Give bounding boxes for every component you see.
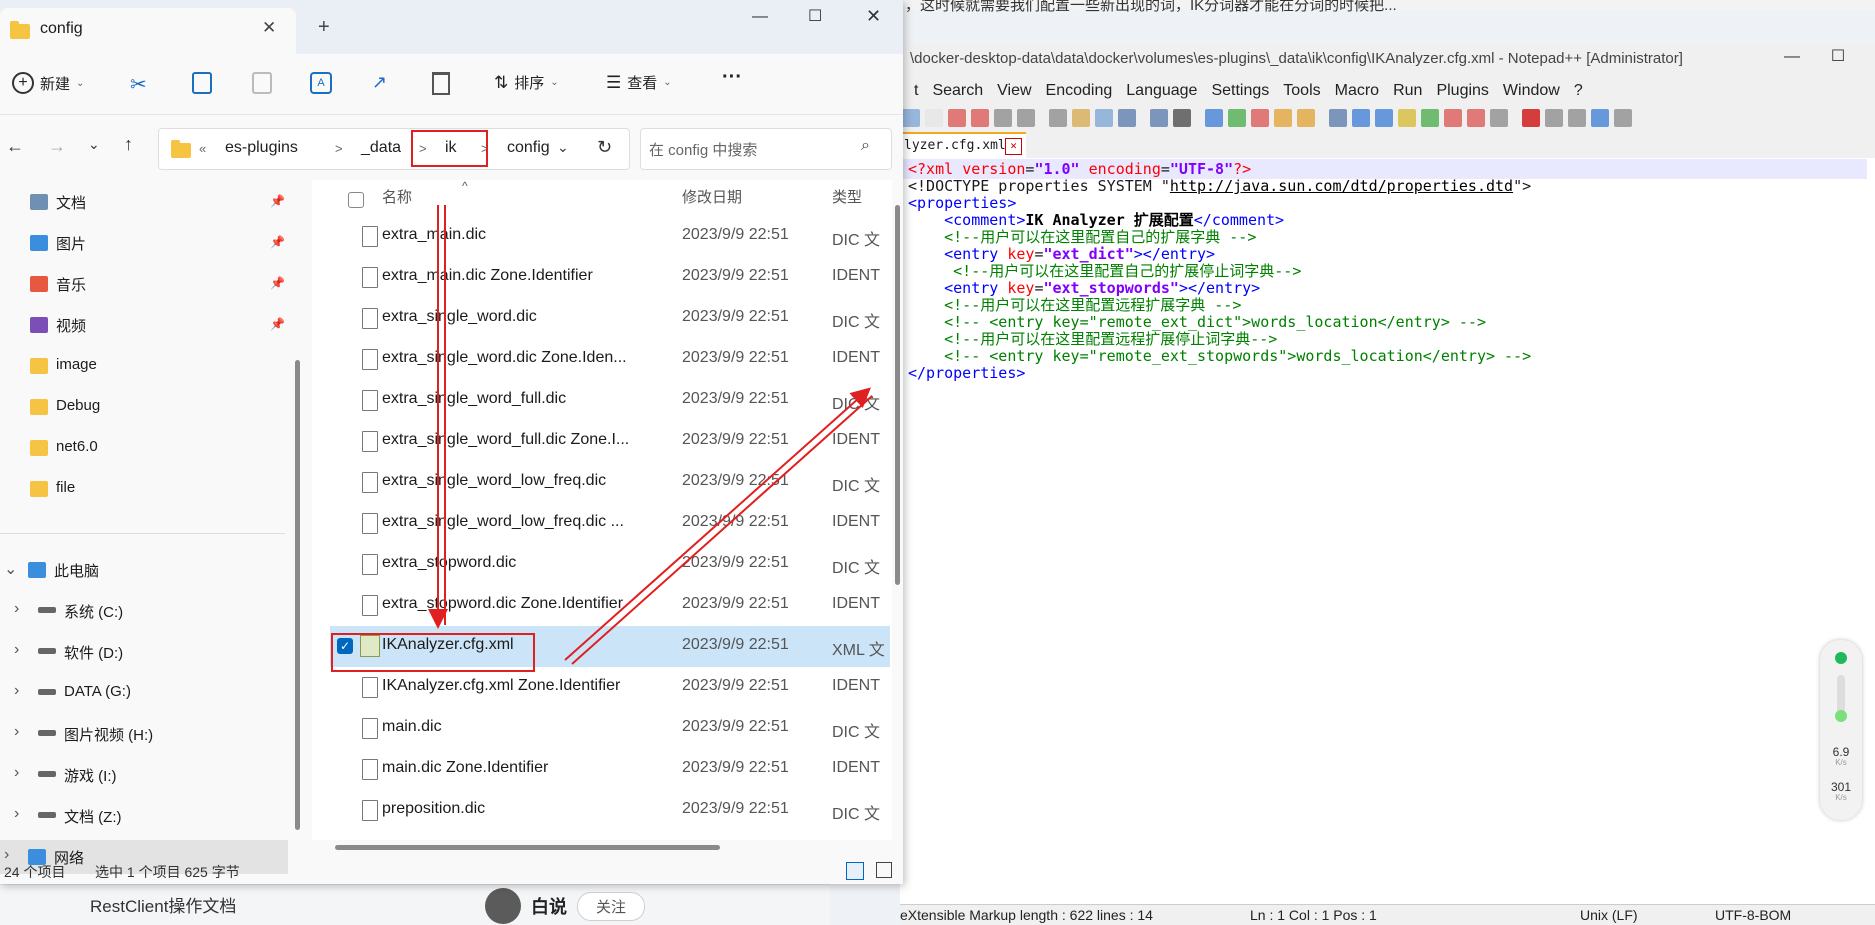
status-position: Ln : 1 Col : 1 Pos : 1: [1250, 907, 1377, 923]
code-editor[interactable]: <?xml version="1.0" encoding="UTF-8"?> <!…: [900, 158, 1875, 878]
upload-unit: K/s: [1835, 758, 1847, 767]
toolbar-icon[interactable]: [1049, 109, 1067, 127]
toolbar-icon[interactable]: [1150, 109, 1168, 127]
download-speed: 301: [1830, 780, 1852, 794]
menu-item[interactable]: Encoding: [1046, 82, 1113, 100]
toolbar-icon[interactable]: [1274, 109, 1292, 127]
toolbar-icon[interactable]: [1568, 109, 1586, 127]
menu-item[interactable]: t: [914, 82, 918, 100]
status-encoding: UTF-8-BOM: [1715, 907, 1792, 923]
close-tab-icon[interactable]: ✕: [1005, 138, 1022, 155]
menu-item[interactable]: View: [997, 82, 1031, 100]
menu-item[interactable]: Tools: [1283, 82, 1320, 100]
toolbar-icon[interactable]: [902, 109, 920, 127]
notepad-window: \docker-desktop-data\data\docker\volumes…: [900, 44, 1875, 925]
toolbar-icon[interactable]: [1352, 109, 1370, 127]
menu-item[interactable]: Run: [1393, 82, 1422, 100]
status-dot-icon: [1835, 652, 1847, 664]
toolbar-icon[interactable]: [1614, 109, 1632, 127]
file-tab[interactable]: lyzer.cfg.xml ✕: [900, 132, 1026, 158]
toolbar-icon[interactable]: [1072, 109, 1090, 127]
toolbar-icon[interactable]: [1173, 109, 1191, 127]
toolbar-icon[interactable]: [1297, 109, 1315, 127]
toolbar-icon[interactable]: [1421, 109, 1439, 127]
download-unit: K/s: [1835, 793, 1847, 802]
minimize-icon[interactable]: —: [1770, 44, 1814, 70]
notepad-toolbar: [900, 104, 1875, 132]
toolbar-icon[interactable]: [1398, 109, 1416, 127]
toolbar-icon[interactable]: [1017, 109, 1035, 127]
code-line: </properties>: [908, 363, 1025, 383]
menu-item[interactable]: Language: [1126, 82, 1197, 100]
menu-item[interactable]: Search: [932, 82, 983, 100]
toolbar-icon[interactable]: [948, 109, 966, 127]
menu-item[interactable]: Window: [1503, 82, 1560, 100]
toolbar-icon[interactable]: [1251, 109, 1269, 127]
browser-article-text: ，这时候就需要我们配置一些新出现的词，IK分词器才能在分词的时候把...: [905, 0, 1397, 14]
status-eol: Unix (LF): [1580, 907, 1638, 923]
menu-item[interactable]: ?: [1574, 82, 1583, 100]
toolbar-icon[interactable]: [1329, 109, 1347, 127]
file-tab-label: lyzer.cfg.xml: [904, 138, 1006, 153]
maximize-icon[interactable]: ☐: [1816, 44, 1860, 70]
status-filetype: eXtensible Markup length : 622 lines : 1…: [900, 907, 1153, 923]
code-token: </properties>: [908, 364, 1026, 382]
notepad-statusbar: eXtensible Markup length : 622 lines : 1…: [900, 904, 1875, 925]
arrow-down: [428, 205, 448, 629]
menu-item[interactable]: Plugins: [1436, 82, 1488, 100]
avatar[interactable]: [485, 888, 521, 924]
menu-item[interactable]: Settings: [1211, 82, 1269, 100]
gauge-track: [1837, 675, 1845, 715]
toolbar-icon[interactable]: [1522, 109, 1540, 127]
toolbar-icon[interactable]: [1490, 109, 1508, 127]
annotation-arrows: [428, 205, 873, 665]
toolbar-icon[interactable]: [1118, 109, 1136, 127]
code-token: http://java.sun.com/dtd/properties.dtd: [1169, 177, 1514, 195]
toolbar-icon[interactable]: [1205, 109, 1223, 127]
toolbar-icon[interactable]: [1095, 109, 1113, 127]
doc-link[interactable]: RestClient操作文档: [90, 892, 236, 917]
network-speed-widget[interactable]: 6.9 K/s 301 K/s: [1820, 640, 1862, 820]
toolbar-icon[interactable]: [1591, 109, 1609, 127]
toolbar-icon[interactable]: [1545, 109, 1563, 127]
toolbar-icon[interactable]: [971, 109, 989, 127]
notepad-title: \docker-desktop-data\data\docker\volumes…: [910, 50, 1683, 67]
toolbar-icon[interactable]: [925, 109, 943, 127]
follow-button[interactable]: 关注: [577, 891, 646, 921]
gauge-dot-icon: [1835, 710, 1847, 722]
notepad-tabbar: lyzer.cfg.xml ✕: [900, 132, 1875, 159]
toolbar-icon[interactable]: [1444, 109, 1462, 127]
toolbar-icon[interactable]: [994, 109, 1012, 127]
menu-item[interactable]: Macro: [1335, 82, 1379, 100]
notepad-titlebar: \docker-desktop-data\data\docker\volumes…: [900, 44, 1875, 78]
toolbar-icon[interactable]: [1375, 109, 1393, 127]
author-name[interactable]: 白说: [531, 893, 567, 919]
arrow-to-editor: [564, 387, 873, 665]
author-block: 白说 关注: [485, 888, 646, 924]
toolbar-icon[interactable]: [1467, 109, 1485, 127]
code-token: ">: [1513, 177, 1532, 195]
upload-speed: 6.9: [1832, 745, 1850, 759]
toolbar-icon[interactable]: [1228, 109, 1246, 127]
notepad-menubar: t Search View Encoding Language Settings Tools…: [900, 78, 1875, 104]
